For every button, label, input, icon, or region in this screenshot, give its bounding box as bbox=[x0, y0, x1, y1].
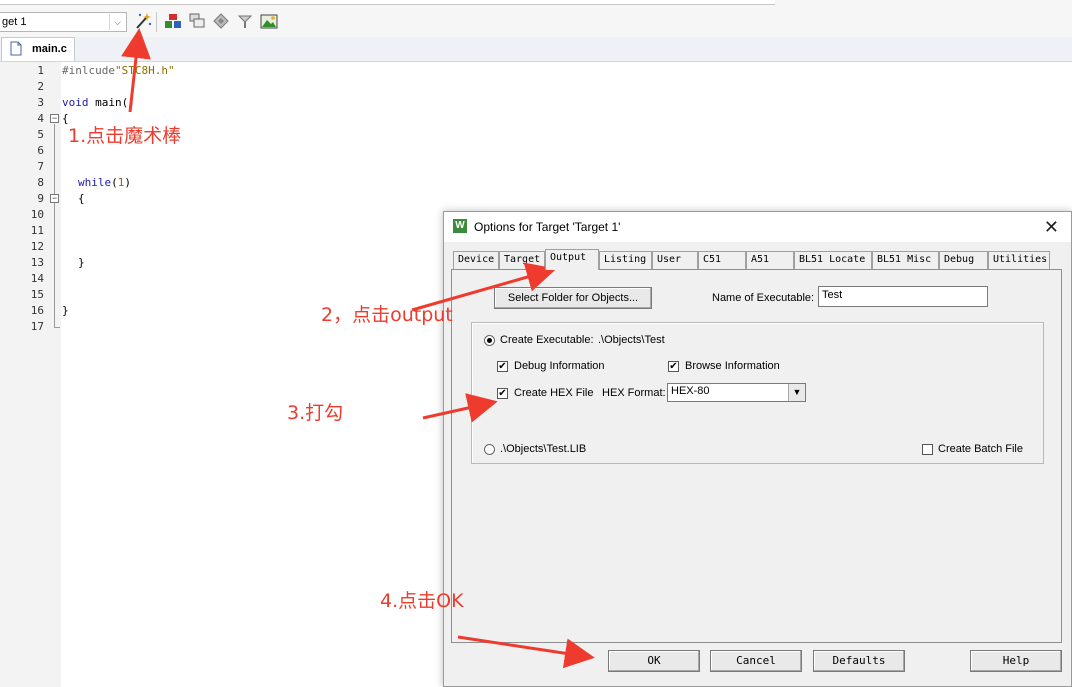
annotation-arrows bbox=[121, 28, 595, 669]
arrow-step1 bbox=[121, 28, 151, 113]
arrow-step3 bbox=[422, 393, 498, 423]
tab-output[interactable]: Output bbox=[545, 249, 599, 270]
annotation-step4: 4.点击OK bbox=[380, 590, 464, 612]
annotation-step3: 3.打勾 bbox=[287, 402, 344, 424]
arrow-step4 bbox=[457, 635, 595, 669]
annotation-step1: 1.点击魔术棒 bbox=[68, 125, 182, 147]
annotation-step2: 2，点击output bbox=[321, 304, 453, 326]
